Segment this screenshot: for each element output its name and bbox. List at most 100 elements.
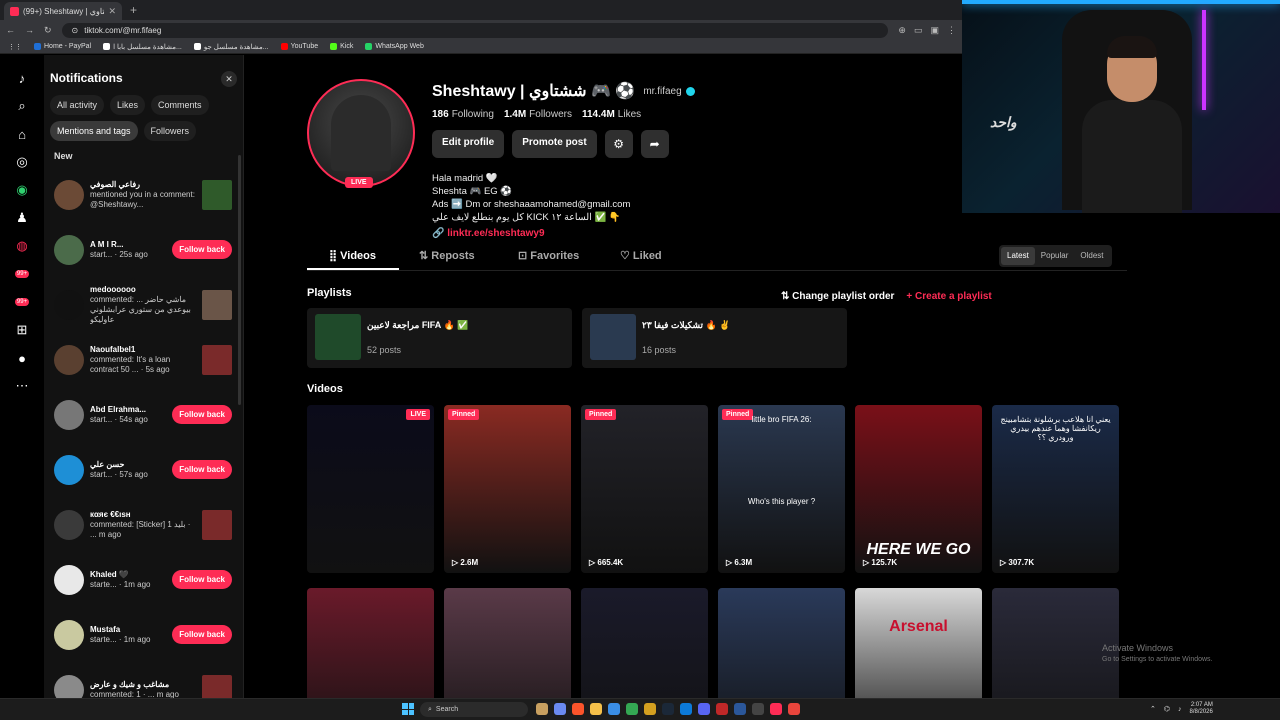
sort-latest[interactable]: Latest [1001,247,1035,265]
tiktok-logo-icon[interactable]: ♪ [13,69,31,87]
volume-icon[interactable]: ♪ [1178,706,1182,713]
apps-icon[interactable]: ⋮⋮ [8,43,22,51]
clock[interactable]: 2:07 AM 8/8/2026 [1190,702,1213,716]
share-icon[interactable]: ➦ [640,130,669,158]
live-badge[interactable]: LIVE [345,177,373,188]
filter-followers[interactable]: Followers [143,121,197,141]
close-icon[interactable]: ✕ [221,71,237,87]
avatar[interactable] [54,509,84,540]
following-stat[interactable]: 186 Following [432,109,494,120]
avatar[interactable] [54,619,84,650]
avatar[interactable] [54,234,84,265]
video-thumbnail[interactable] [202,509,232,540]
brave-icon[interactable] [572,703,584,715]
playlist-card[interactable]: مراجعة لاعبين FIFA 🔥 ✅ 52 posts [307,308,572,368]
bookmark-item[interactable]: YouTube [280,43,318,50]
browser-tab[interactable]: (99+) Sheshtawy | شتاوي ✕ [4,2,122,20]
notification-item[interactable]: Naoufalbel1 commented: It's a loan contra… [54,332,232,387]
notification-item[interactable]: حسن علي start... · 57s ago Follow back [54,442,232,497]
taskbar-search[interactable]: ⌕ Search [420,702,528,717]
tray-chevron-icon[interactable]: ⌃ [1150,705,1156,713]
avatar[interactable] [54,454,84,485]
zoom-icon[interactable]: ⊕ [898,25,906,36]
avatar[interactable] [54,289,84,320]
tab-reposts[interactable]: ⇅ Reposts [419,249,475,262]
bookmark-item[interactable]: Kick [330,43,353,50]
network-icon[interactable]: ⌬ [1164,705,1170,713]
chrome-icon[interactable] [788,703,800,715]
filter-all-activity[interactable]: All activity [50,95,105,115]
profile-icon[interactable]: ● [13,349,31,367]
playlist-card[interactable]: تشكيلات فيفا ٢٣ 🔥 ✌️ 16 posts [582,308,847,368]
more-icon[interactable]: ⋯ [13,377,31,395]
bookmark-item[interactable]: مشاهدة مسلسل بابا ا... [103,43,182,51]
search-icon[interactable]: ⌕ [13,97,31,115]
video-card[interactable]: يعني انا هلاعب برشلونة بتشامبينج ريكانفش… [992,405,1119,573]
sort-popular[interactable]: Popular [1035,247,1075,265]
bookmark-item[interactable]: مشاهدة مسلسل جو... [193,43,269,51]
edge-icon[interactable] [680,703,692,715]
back-icon[interactable]: ← [6,25,15,35]
follow-back-button[interactable]: Follow back [172,240,232,259]
activity-icon[interactable]: 99+ [13,265,31,283]
avatar[interactable] [54,564,84,595]
video-card[interactable]: Pinned little bro FIFA 26: Who's this play… [718,405,845,573]
home-icon[interactable]: ⌂ [13,125,31,143]
filter-comments[interactable]: Comments [151,95,209,115]
store-icon[interactable] [608,703,620,715]
app-icon[interactable] [716,703,728,715]
notification-item[interactable]: Khaled 🖤 starte... · 1m ago Follow back [54,552,232,607]
avatar[interactable] [54,179,84,210]
tab-liked[interactable]: ♡ Liked [620,249,662,262]
upload-icon[interactable]: ⊞ [13,321,31,339]
url-field[interactable]: ⊙ tiktok.com/@mr.fifaeg [61,22,889,38]
bookmark-item[interactable]: Home - PayPal [34,43,91,50]
notification-item[interactable]: رفاعي الصوفي mentioned you in a comment: … [54,167,232,222]
live-icon[interactable]: ◉ [13,181,31,199]
notification-item[interactable]: кαяє €€ısн commented: [Sticker] بليد 1 · … [54,497,232,552]
follow-back-button[interactable]: Follow back [172,405,232,424]
windows-start-icon[interactable] [402,703,414,715]
video-thumbnail[interactable] [202,289,232,320]
notification-item[interactable]: Mustafa starte... · 1m ago Follow back [54,607,232,662]
cast-icon[interactable]: ▭ [914,25,923,36]
reload-icon[interactable]: ↻ [44,25,52,36]
friends-icon[interactable]: ◍ [13,237,31,255]
follow-back-button[interactable]: Follow back [172,570,232,589]
app-icon[interactable] [644,703,656,715]
word-icon[interactable] [734,703,746,715]
following-icon[interactable]: ♟ [13,209,31,227]
create-playlist-button[interactable]: + Create a playlist [906,291,991,302]
chrome-icon[interactable] [626,703,638,715]
new-tab-icon[interactable]: + [130,3,137,17]
file-explorer-icon[interactable] [590,703,602,715]
avatar[interactable] [54,344,84,375]
video-thumbnail[interactable] [202,179,232,210]
explore-icon[interactable]: ◎ [13,153,31,171]
settings-icon[interactable]: ⚙ [604,130,633,158]
avatar[interactable] [54,399,84,430]
copilot-icon[interactable] [554,703,566,715]
tiktok-app-icon[interactable] [770,703,782,715]
forward-icon[interactable]: → [25,25,34,35]
notification-item[interactable]: Abd Elrahma... start... · 54s ago Follow b… [54,387,232,442]
close-tab-icon[interactable]: ✕ [108,6,116,17]
extensions-icon[interactable]: ▣ [930,25,939,36]
steam-icon[interactable] [662,703,674,715]
promote-post-button[interactable]: Promote post [512,130,597,158]
video-card[interactable]: Pinned ▷ 665.4K [581,405,708,573]
profile-avatar[interactable] [307,79,415,187]
bio-link[interactable]: 🔗 linktr.ee/sheshtawy9 [432,228,832,239]
notification-item[interactable]: medoooooo commented: ماشي حاضر ... بيوعدي… [54,277,232,332]
notifications-scrollbar[interactable] [238,155,241,405]
tab-favorites[interactable]: ⊡ Favorites [518,249,579,262]
video-thumbnail[interactable] [202,344,232,375]
followers-stat[interactable]: 1.4M Followers [504,109,572,120]
video-card[interactable]: Pinned ▷ 2.6M [444,405,571,573]
video-card[interactable]: HERE WE GO ▷ 125.7K [855,405,982,573]
filter-mentions-and-tags[interactable]: Mentions and tags [50,121,138,141]
video-card[interactable]: LIVE [307,405,434,573]
widgets-icon[interactable] [536,703,548,715]
app-icon[interactable] [752,703,764,715]
messages-icon[interactable]: 99+ [13,293,31,311]
